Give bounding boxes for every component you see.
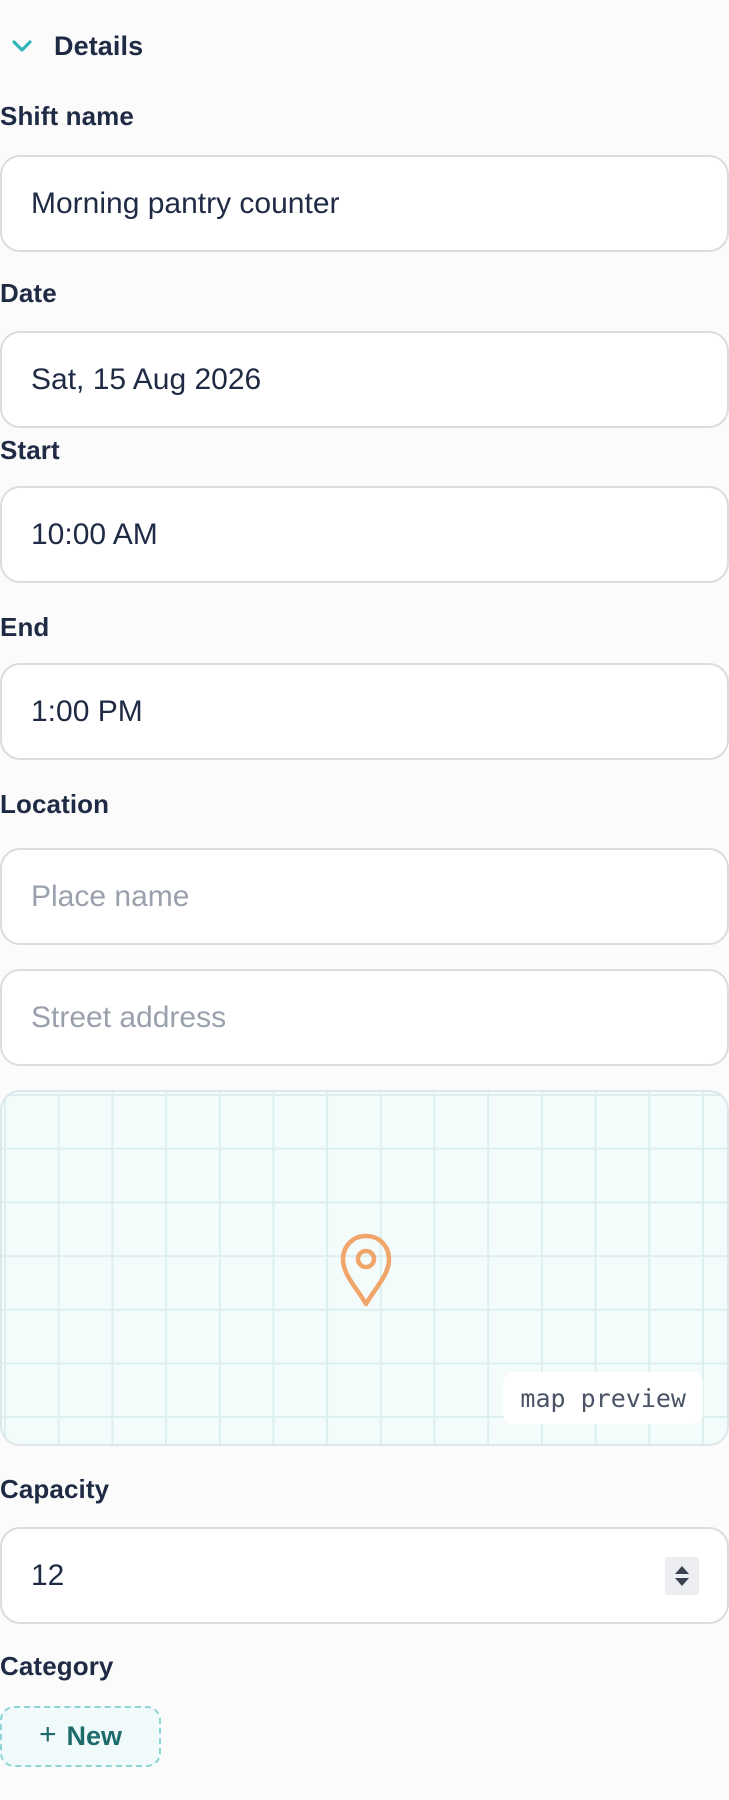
location-label: Location [0, 789, 110, 819]
capacity-label: Capacity [0, 1474, 110, 1504]
shift-name-input[interactable]: Morning pantry counter [0, 155, 729, 252]
map-pin-icon [338, 1232, 394, 1310]
place-name-input[interactable]: Place name [0, 848, 729, 945]
map-preview[interactable]: map preview [0, 1090, 729, 1446]
capacity-stepper[interactable]: 12 [0, 1527, 729, 1624]
details-section-toggle[interactable]: Details [10, 28, 143, 64]
capacity-value: 12 [31, 1558, 65, 1592]
shift-name-label: Shift name [0, 101, 134, 131]
details-panel: Details Shift name Morning pantry counte… [0, 0, 729, 1800]
up-down-stepper-icon[interactable] [665, 1557, 699, 1595]
map-preview-tag: map preview [503, 1372, 703, 1424]
date-input[interactable]: Sat, 15 Aug 2026 [0, 331, 729, 428]
plus-icon: + [38, 1718, 57, 1751]
date-label: Date [0, 278, 57, 308]
end-label: End [0, 612, 50, 642]
category-label: Category [0, 1651, 114, 1681]
start-label: Start [0, 435, 60, 465]
section-title: Details [54, 30, 144, 61]
street-address-input[interactable]: Street address [0, 969, 729, 1066]
chevron-down-icon [10, 34, 34, 58]
new-category-label: New [66, 1721, 123, 1751]
end-time-input[interactable]: 1:00 PM [0, 663, 729, 760]
start-time-input[interactable]: 10:00 AM [0, 486, 729, 583]
new-category-button[interactable]: + New [0, 1706, 161, 1767]
